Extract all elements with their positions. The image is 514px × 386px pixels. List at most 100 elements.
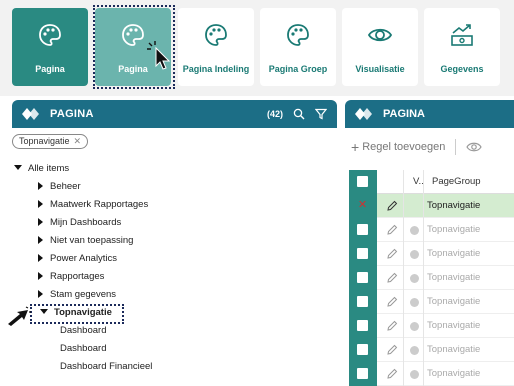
diamonds-icon [22,108,39,120]
close-icon[interactable]: ✕ [357,200,368,211]
pencil-icon[interactable] [386,296,398,308]
tile-label: Pagina Indeling [182,64,250,74]
panel-header: PAGINA [345,100,514,128]
palette-icon [205,24,227,46]
tree-item-label: Niet van toepassing [50,235,134,246]
visibility-dot [410,370,419,379]
pagegroup-cell: Topnavigatie [427,272,481,283]
panel-title: PAGINA [383,108,425,120]
tree-root-label: Alle items [28,163,70,174]
visibility-dot [410,250,419,259]
item-count: (42) [266,109,283,119]
tree-item-label: Beheer [50,181,81,192]
tile-label: Visualisatie [355,64,405,74]
close-icon[interactable]: ✕ [74,136,82,146]
diamonds-icon [355,108,372,120]
divider [403,170,404,386]
filter-chip-label: Topnavigatie [19,136,70,146]
tree-child-dashboard[interactable]: Dashboard [60,340,106,358]
pagegroup-cell: Topnavigatie [427,296,481,307]
pencil-icon[interactable] [386,248,398,260]
pagegroup-cell: Topnavigatie [427,344,481,355]
select-all-checkbox[interactable] [357,176,368,187]
pagegroup-cell: Topnavigatie [427,224,481,235]
chevron-right-icon[interactable] [38,290,43,298]
row-checkbox[interactable] [357,368,368,379]
pagegroup-cell: Topnavigatie [427,368,481,379]
tree-item-label: Maatwerk Rapportages [50,199,149,210]
highlight-box [30,304,124,324]
tree-item-stam-gegevens[interactable]: Stam gegevens [38,286,116,304]
row-checkbox[interactable] [357,224,368,235]
pagegroup-cell: Topnavigatie [427,320,481,331]
tree-item-beheer[interactable]: Beheer [38,178,81,196]
chevron-right-icon[interactable] [38,254,43,262]
search-icon[interactable] [293,108,305,120]
tile-label: Pagina Groep [268,64,328,74]
row-checkbox[interactable]: ✕ [357,200,368,211]
row-checkbox[interactable] [357,296,368,307]
tree-child-dashboard-financieel[interactable]: Dashboard Financieel [60,358,152,376]
chevron-down-icon[interactable] [14,165,22,170]
palette-icon [287,24,309,46]
tree-root[interactable]: Alle items [14,160,69,178]
pointer-arrow-icon [8,306,31,326]
pencil-icon[interactable] [386,320,398,332]
panel-title: PAGINA [50,108,94,120]
visibility-dot [410,226,419,235]
plus-icon[interactable]: + [351,139,359,155]
tree-child-dashboard[interactable]: Dashboard [60,322,106,340]
row-checkbox[interactable] [357,320,368,331]
chevron-right-icon[interactable] [38,236,43,244]
pencil-icon[interactable] [386,368,398,380]
tree-item-maatwerk[interactable]: Maatwerk Rapportages [38,196,148,214]
chevron-right-icon[interactable] [38,182,43,190]
eye-icon [367,28,393,42]
chevron-right-icon[interactable] [38,218,43,226]
tree-item-label: Dashboard [60,325,107,336]
visibility-dot [410,346,419,355]
pagina-grid-panel: PAGINA + Regel toevoegen V.. PageGroup T… [345,100,514,386]
row-checkbox[interactable] [357,272,368,283]
tree-item-label: Rapportages [50,271,105,282]
tree-item-label: Power Analytics [50,253,118,264]
visibility-dot [410,298,419,307]
tree-item-niet-van-toepassing[interactable]: Niet van toepassing [38,232,133,250]
divider [423,170,424,386]
pencil-icon[interactable] [386,224,398,236]
mouse-cursor-icon [147,41,171,70]
pencil-icon[interactable] [386,200,398,212]
pencil-icon[interactable] [386,272,398,284]
visibility-dot [410,322,419,331]
tree-item-rapportages[interactable]: Rapportages [38,268,104,286]
tree-item-label: Dashboard [60,343,107,354]
palette-icon [39,24,61,46]
pencil-icon[interactable] [386,344,398,356]
visibility-dot [410,274,419,283]
row-checkbox[interactable] [357,248,368,259]
tree-item-label: Stam gegevens [50,289,117,300]
tile-pagina-indeling[interactable]: Pagina Indeling [178,8,254,86]
divider [455,139,457,155]
module-toolbar: Pagina Pagina Pagina Indeling Pagina Gro… [0,0,514,96]
filter-icon[interactable] [315,108,327,120]
column-header-pagegroup[interactable]: PageGroup [432,170,481,194]
chevron-right-icon[interactable] [38,200,43,208]
tile-pagina-groep[interactable]: Pagina Groep [260,8,336,86]
pagegroup-cell: Topnavigatie [427,200,481,211]
tile-visualisatie[interactable]: Visualisatie [342,8,418,86]
tree-item-label: Mijn Dashboards [50,217,122,228]
tile-gegevens[interactable]: Gegevens [424,8,500,86]
money-chart-icon [451,24,473,46]
tile-pagina-active[interactable]: Pagina [12,8,88,86]
filter-chip[interactable]: Topnavigatie ✕ [12,134,89,149]
tile-label: Gegevens [440,64,484,74]
tree-item-label: Dashboard Financieel [60,361,153,372]
tree-item-mijn-dashboards[interactable]: Mijn Dashboards [38,214,121,232]
tile-label: Pagina [35,64,65,74]
chevron-right-icon[interactable] [38,272,43,280]
add-row-button[interactable]: Regel toevoegen [362,141,445,153]
row-checkbox[interactable] [357,344,368,355]
eye-icon[interactable] [466,141,483,153]
tree-item-power-analytics[interactable]: Power Analytics [38,250,117,268]
